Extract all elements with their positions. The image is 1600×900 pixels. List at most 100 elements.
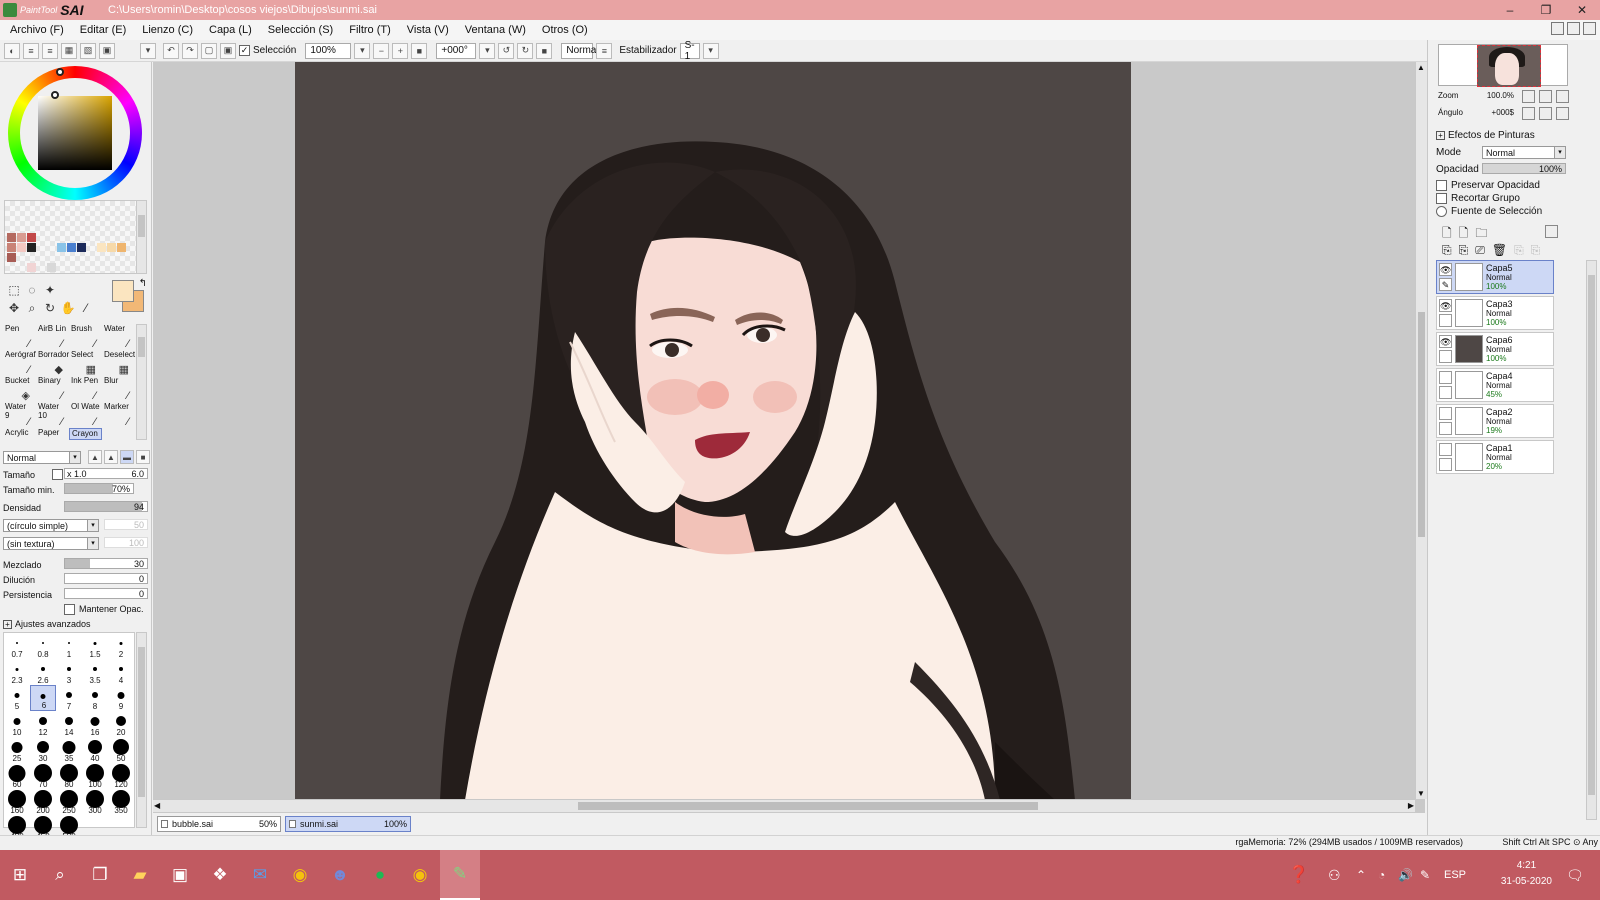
brush-aerograph[interactable]: Aerógraf ⁄ (3, 350, 36, 376)
navigator-preview[interactable] (1438, 44, 1568, 87)
layer-lock-icon[interactable] (1439, 314, 1452, 327)
density-slider[interactable]: 94 (64, 501, 148, 512)
language-indicator[interactable]: ESP (1444, 850, 1466, 900)
layer-row[interactable]: Capa2 Normal 19% (1436, 404, 1554, 438)
minimize-button[interactable]: – (1492, 0, 1528, 20)
brush-tab-crayon[interactable]: Crayon (69, 428, 102, 440)
stabilizer-field[interactable]: S-1 (679, 40, 700, 62)
size-preset[interactable]: 250 (56, 789, 82, 815)
menu-filtro[interactable]: Filtro (T) (349, 24, 391, 36)
visibility-eye-icon[interactable]: 👁 (1439, 335, 1452, 348)
clock[interactable]: 4:21 31-05-2020 (1501, 858, 1552, 890)
hsv-sliders-icon[interactable]: ≡ (42, 42, 58, 59)
new-linework-layer-icon[interactable]: 🗋 (1459, 224, 1469, 245)
nav-zoom-out-icon[interactable] (1522, 90, 1535, 103)
nav-zoom-in-icon[interactable] (1539, 90, 1552, 103)
nav-rotate-left-icon[interactable] (1522, 107, 1535, 120)
hand-icon[interactable]: ✋ (60, 300, 76, 316)
close-button[interactable]: ✕ (1564, 0, 1600, 20)
brush-tab-acrylic[interactable]: Acrylic (3, 428, 36, 440)
brush-tab-paper[interactable]: Paper (36, 428, 69, 440)
layer-lock-icon[interactable] (1439, 458, 1452, 471)
scroll-right-icon[interactable]: ▶ (1408, 801, 1414, 810)
blend-mode-icon[interactable]: ≡ (596, 42, 613, 59)
size-preset[interactable]: 120 (108, 763, 134, 789)
shape-strength-slider[interactable]: 50 (104, 519, 148, 530)
brush-ink-pen[interactable]: Ink Pen ⁄ (69, 376, 102, 402)
swatch[interactable] (27, 243, 36, 252)
size-grid-scrollbar[interactable] (136, 632, 147, 828)
task-view-icon[interactable]: ❐ (80, 850, 120, 900)
layer-mask-icon[interactable] (1545, 225, 1558, 238)
menu-editar[interactable]: Editar (E) (80, 24, 126, 36)
edge-soft-icon[interactable]: ▲ (88, 450, 102, 464)
size-preset[interactable]: 2 (108, 633, 134, 659)
size-preset[interactable]: 4 (108, 659, 134, 685)
saturation-value-square[interactable] (38, 96, 112, 170)
canvas-area[interactable]: ◀ ▶ ▲ ▼ (153, 62, 1427, 813)
swatches-icon[interactable]: ▦ (61, 42, 77, 59)
panel-dropdown-icon[interactable]: ▾ (140, 42, 156, 59)
layer-mode-select[interactable]: Normal ▾ (1482, 146, 1566, 159)
undo-icon[interactable]: ↶ (163, 42, 179, 59)
delete-layer-icon[interactable]: 🗑 (1492, 243, 1507, 258)
scratchpad-icon[interactable]: ▧ (80, 42, 96, 59)
layer-lock-icon[interactable] (1439, 386, 1452, 399)
size-preset[interactable]: 16 (82, 711, 108, 737)
swatch[interactable] (57, 243, 66, 252)
angle-dropdown-icon[interactable]: ▾ (479, 42, 496, 59)
size-preset[interactable]: 0.7 (4, 633, 30, 659)
vertical-scroll-thumb[interactable] (1418, 312, 1425, 537)
blend-mode-field[interactable]: Normal (561, 42, 599, 59)
file-explorer-icon[interactable]: ▰ (120, 850, 160, 900)
tray-expand-icon[interactable]: ⌃ (1356, 850, 1366, 900)
selection-source-radio[interactable] (1436, 206, 1447, 217)
size-preset[interactable]: 1.5 (82, 633, 108, 659)
layer-list-scrollbar[interactable] (1586, 260, 1597, 820)
size-preset[interactable]: 5 (4, 685, 30, 711)
maximize-button[interactable]: ❐ (1528, 0, 1564, 20)
canvas-vertical-scrollbar[interactable]: ▲ ▼ (1415, 62, 1427, 799)
layer-row[interactable]: 👁 Capa6 Normal 100% (1436, 332, 1554, 366)
layer-lock-icon[interactable]: ✎ (1439, 278, 1452, 291)
brush-blur[interactable]: Blur ⁄ (102, 376, 135, 402)
brush-mode-select[interactable]: Normal ▾ (3, 451, 81, 464)
brush-airbrush[interactable]: AirB Lin ⁄ (36, 324, 69, 350)
texture-strength-slider[interactable]: 100 (104, 537, 148, 548)
search-icon[interactable]: ⌕ (40, 850, 80, 900)
horizontal-scroll-thumb[interactable] (578, 802, 1038, 810)
chrome-alt-icon[interactable]: ◉ (400, 850, 440, 900)
swatch[interactable] (107, 243, 116, 252)
size-preset[interactable]: 80 (56, 763, 82, 789)
zoom-field[interactable]: 100% (305, 42, 352, 59)
network-icon[interactable]: ◔ (1378, 850, 1385, 900)
zoom-out-icon[interactable]: − (373, 42, 390, 59)
size-preset[interactable]: 200 (30, 789, 56, 815)
merge-down-icon[interactable]: ⎘ (1459, 243, 1469, 258)
color-pair[interactable]: ↰ (108, 278, 148, 316)
selection-source-toggle[interactable]: Fuente de Selección (1436, 206, 1542, 217)
size-preset[interactable]: 1 (56, 633, 82, 659)
size-preset[interactable]: 350 (108, 789, 134, 815)
swatch[interactable] (17, 243, 26, 252)
doc-tab-sunmi[interactable]: sunmi.sai 100% (285, 816, 411, 832)
new-layer-icon[interactable]: 🗋 (1442, 224, 1452, 245)
nav-rotate-right-icon[interactable] (1539, 107, 1552, 120)
size-preset[interactable]: 70 (30, 763, 56, 789)
size-preset[interactable]: 50 (108, 737, 134, 763)
swatch[interactable] (97, 243, 106, 252)
rotate-tool-icon[interactable]: ↻ (42, 300, 58, 316)
size-slider[interactable]: x 1.0 6.0 (64, 468, 148, 479)
swatch[interactable] (7, 243, 16, 252)
keep-opacity-checkbox[interactable] (64, 603, 75, 615)
magic-wand-icon[interactable]: ✦ (42, 282, 58, 298)
brush-water[interactable]: Water ⁄ (102, 324, 135, 350)
clip-group-toggle[interactable]: Recortar Grupo (1436, 193, 1520, 204)
swatch[interactable] (7, 253, 16, 262)
min-size-slider[interactable]: 70% (64, 483, 134, 494)
clip-group-checkbox[interactable] (1436, 193, 1447, 204)
size-preset[interactable]: 7 (56, 685, 82, 711)
menu-vista[interactable]: Vista (V) (407, 24, 449, 36)
move-icon[interactable]: ✥ (6, 300, 22, 316)
size-preset[interactable]: 8 (82, 685, 108, 711)
